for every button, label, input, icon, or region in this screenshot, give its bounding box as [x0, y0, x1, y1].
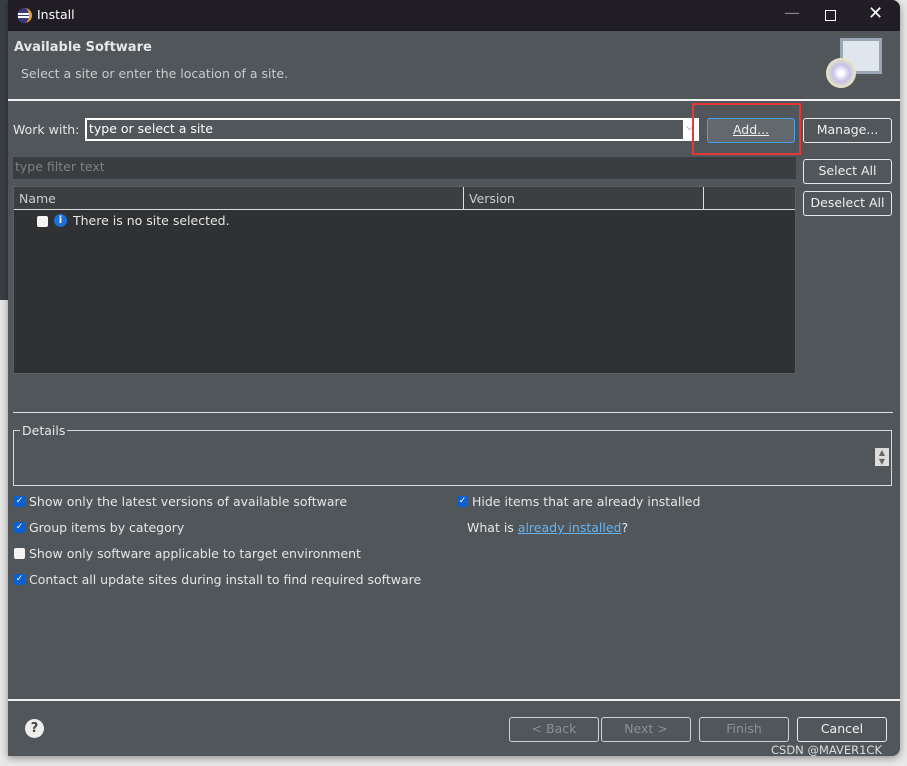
details-scrollbar[interactable]: ▲ ▼ [875, 448, 889, 466]
title-bar: Install — ✕ [8, 0, 900, 31]
column-name[interactable]: Name [19, 191, 56, 206]
filter-input[interactable]: type filter text [13, 157, 796, 179]
work-with-combo[interactable]: type or select a site ⌵ [85, 118, 699, 141]
info-icon: i [54, 214, 67, 227]
details-group: Details ▲ ▼ [13, 423, 892, 486]
back-button[interactable]: < Back [509, 717, 599, 742]
software-table: Name Version i There is no site selected… [13, 186, 796, 374]
deselect-all-button[interactable]: Deselect All [803, 191, 892, 216]
watermark: CSDN @MAVER1CK [771, 743, 883, 756]
installed-info: What is already installed? [467, 520, 628, 535]
installed-prefix: What is [467, 520, 518, 535]
window-title: Install [37, 7, 75, 22]
details-label: Details [20, 423, 68, 438]
column-version[interactable]: Version [469, 191, 515, 206]
page-title: Available Software [14, 40, 152, 55]
deselect-all-label: Deselect All [810, 195, 885, 210]
help-icon[interactable]: ? [25, 719, 44, 738]
hide-installed-label: Hide items that are already installed [472, 494, 701, 509]
row-checkbox[interactable] [37, 216, 48, 227]
select-all-label: Select All [818, 163, 877, 178]
manage-button[interactable]: Manage... [803, 118, 892, 143]
already-installed-link[interactable]: already installed [518, 520, 622, 535]
install-dialog: Install — ✕ Available Software Select a … [8, 0, 900, 756]
background-window [0, 0, 8, 300]
maximize-button[interactable] [825, 10, 836, 21]
install-banner-icon [818, 36, 888, 96]
target-environment-checkbox[interactable] [14, 548, 25, 559]
table-header: Name Version [14, 187, 795, 210]
row-text: There is no site selected. [73, 213, 230, 228]
installed-suffix: ? [621, 520, 629, 535]
table-row[interactable]: i There is no site selected. [14, 211, 795, 231]
target-environment-label: Show only software applicable to target … [29, 546, 361, 561]
eclipse-icon [17, 8, 32, 23]
work-with-label: Work with: [13, 122, 80, 137]
select-all-button[interactable]: Select All [803, 159, 892, 184]
header-separator [8, 99, 900, 101]
contact-sites-checkbox[interactable]: ✓ [14, 574, 25, 585]
finish-button[interactable]: Finish [699, 717, 789, 742]
latest-versions-checkbox[interactable]: ✓ [14, 496, 25, 507]
latest-versions-label: Show only the latest versions of availab… [29, 494, 348, 509]
group-by-category-checkbox[interactable]: ✓ [14, 522, 25, 533]
site-input[interactable]: type or select a site [87, 120, 683, 139]
highlight-box [692, 103, 801, 155]
cancel-button[interactable]: Cancel [797, 717, 887, 742]
next-button[interactable]: Next > [601, 717, 691, 742]
contact-sites-label: Contact all update sites during install … [29, 572, 422, 587]
footer-separator [8, 699, 900, 701]
group-by-category-label: Group items by category [29, 520, 185, 535]
hide-installed-checkbox[interactable]: ✓ [457, 496, 468, 507]
page-subtitle: Select a site or enter the location of a… [21, 66, 289, 81]
minimize-button[interactable]: — [784, 3, 800, 22]
close-button[interactable]: ✕ [868, 3, 883, 24]
separator [13, 412, 893, 413]
